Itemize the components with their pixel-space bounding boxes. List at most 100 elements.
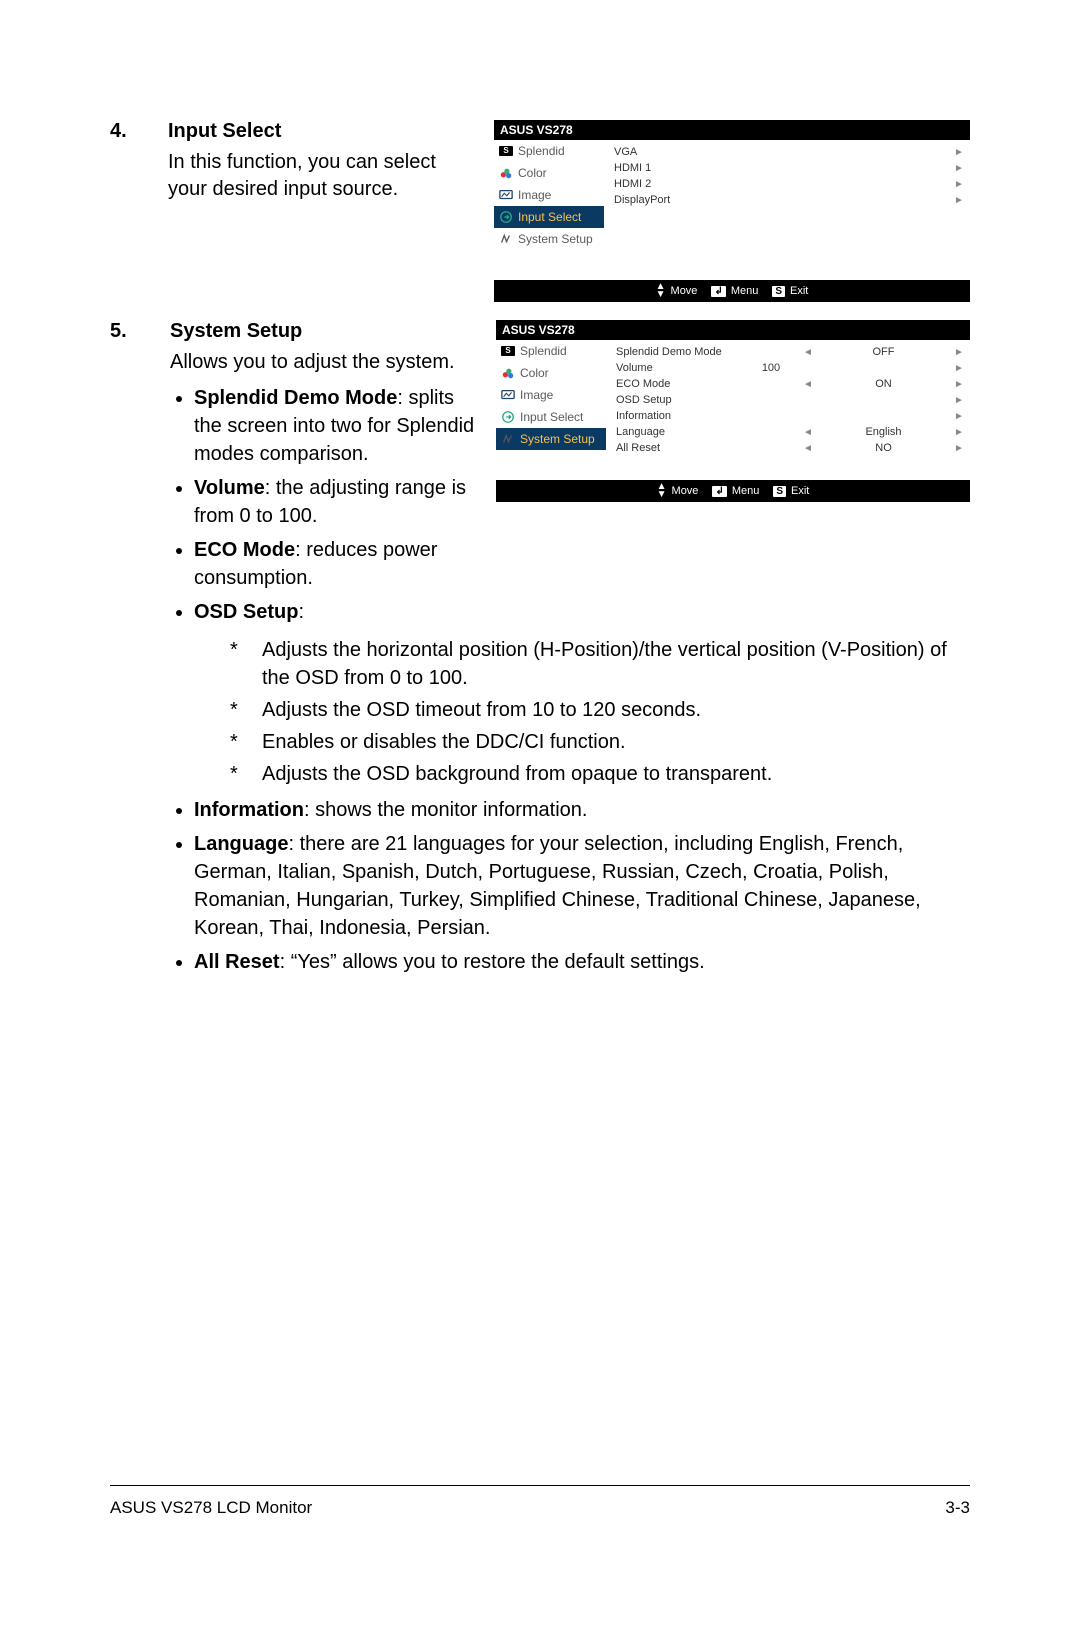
osd-footer-menu: Menu (731, 285, 759, 297)
asterisk-marker: * (212, 760, 262, 788)
right-arrow-icon: ► (952, 363, 966, 374)
asterisk-marker: * (212, 728, 262, 756)
osd-option-row: All Reset ◄NO► (616, 440, 966, 456)
osd-footer-move: Move (672, 485, 699, 497)
osd-header: ASUS VS278 (496, 320, 970, 340)
bullet-term: Splendid Demo Mode (194, 387, 397, 409)
list-item: OSD Setup: (194, 598, 478, 626)
sublist-text: Adjusts the OSD background from opaque t… (262, 760, 970, 788)
system-setup-icon (499, 232, 513, 246)
osd-option-mid: 100 (741, 362, 801, 374)
right-arrow-icon: ► (952, 411, 966, 422)
osd-footer: ▲▼Move ↲Menu SExit (494, 280, 970, 302)
osd-option-label: Language (616, 426, 741, 438)
left-arrow-icon: ◄ (801, 443, 815, 454)
osd-sidebar: SSplendidColorImageInput SelectSystem Se… (496, 340, 606, 480)
list-item: All Reset: “Yes” allows you to restore t… (194, 948, 970, 976)
list-item: Information: shows the monitor informati… (194, 796, 970, 824)
list-item: Volume: the adjusting range is from 0 to… (194, 474, 478, 530)
osd-option-label: DisplayPort (614, 194, 739, 206)
osd-side-system-setup: System Setup (494, 228, 604, 250)
osd-footer-exit: Exit (791, 485, 809, 497)
list-item: Language: there are 21 languages for you… (194, 830, 970, 942)
section-number: 5. (110, 320, 150, 343)
splendid-icon: S (501, 344, 515, 358)
right-arrow-icon: ► (952, 379, 966, 390)
system-setup-icon (501, 432, 515, 446)
osd-setup-sublist: *Adjusts the horizontal position (H-Posi… (212, 636, 970, 788)
osd-side-color: Color (496, 362, 606, 384)
osd-system-setup: ASUS VS278 SSplendidColorImageInput Sele… (496, 320, 970, 502)
osd-input-select: ASUS VS278 S Splendid ColorImage Input Sele… (494, 120, 970, 302)
sublist-item: *Adjusts the OSD background from opaque … (212, 760, 970, 788)
osd-option-row: VGA► (614, 144, 966, 160)
osd-option-row: OSD Setup ► (616, 392, 966, 408)
osd-option-value: NO (815, 442, 952, 454)
right-arrow-icon: ► (952, 443, 966, 454)
osd-option-value: ON (815, 378, 952, 390)
bullet-term: OSD Setup (194, 601, 298, 623)
splendid-icon: S (499, 144, 513, 158)
bullet-list-left: Splendid Demo Mode: splits the screen in… (170, 384, 478, 626)
bullet-term: ECO Mode (194, 539, 295, 561)
osd-sidebar: S Splendid ColorImage Input Select System Se… (494, 140, 604, 280)
osd-side-label: System Setup (518, 232, 593, 246)
osd-option-label: HDMI 1 (614, 162, 739, 174)
osd-option-label: OSD Setup (616, 394, 741, 406)
section-description: Allows you to adjust the system. (170, 349, 478, 376)
bullet-text: : there are 21 languages for your select… (194, 833, 921, 939)
right-arrow-icon: ► (952, 427, 966, 438)
osd-option-value: OFF (815, 346, 952, 358)
right-arrow-icon: ► (952, 395, 966, 406)
bullet-text: : shows the monitor information. (304, 799, 587, 821)
bullet-term: Language (194, 833, 288, 855)
section-input-select: 4. Input Select In this function, you ca… (110, 120, 970, 310)
osd-side-input-select: Input Select (494, 206, 604, 228)
bullet-term: Information (194, 799, 304, 821)
osd-side-label: Input Select (518, 210, 581, 224)
osd-side-splendid: S Splendid (494, 140, 604, 162)
color-icon (501, 366, 515, 380)
color-icon (499, 166, 513, 180)
sublist-item: *Adjusts the horizontal position (H-Posi… (212, 636, 970, 692)
left-arrow-icon: ◄ (801, 347, 815, 358)
osd-side-label: Input Select (520, 410, 583, 424)
right-arrow-icon: ► (952, 347, 966, 358)
osd-option-row: HDMI 1 ► (614, 160, 966, 176)
osd-footer-exit: Exit (790, 285, 808, 297)
bullet-list-rest: Information: shows the monitor informati… (170, 796, 970, 976)
osd-header: ASUS VS278 (494, 120, 970, 140)
exit-badge-icon: S (772, 286, 785, 297)
osd-side-image: Image (494, 184, 604, 206)
asterisk-marker: * (212, 696, 262, 724)
osd-side-splendid: S Splendid (496, 340, 606, 362)
page-number: 3-3 (945, 1498, 970, 1518)
list-item: ECO Mode: reduces power consumption. (194, 536, 478, 592)
osd-side-color: Color (494, 162, 604, 184)
left-arrow-icon: ◄ (801, 427, 815, 438)
left-arrow-icon: ◄ (801, 379, 815, 390)
right-arrow-icon: ► (952, 195, 966, 206)
page-footer: ASUS VS278 LCD Monitor 3-3 (110, 1498, 970, 1518)
osd-option-value: English (815, 426, 952, 438)
osd-option-label: HDMI 2 (614, 178, 739, 190)
sublist-item: *Adjusts the OSD timeout from 10 to 120 … (212, 696, 970, 724)
osd-side-label: Splendid (518, 144, 565, 158)
osd-option-row: Volume100 ► (616, 360, 966, 376)
osd-options: VGA►HDMI 1 ► HDMI 2 ► DisplayPort ► (604, 140, 970, 280)
bullet-text: : (298, 601, 304, 623)
osd-side-label: Splendid (520, 344, 567, 358)
sublist-text: Adjusts the OSD timeout from 10 to 120 s… (262, 696, 970, 724)
right-arrow-icon: ► (952, 163, 966, 174)
osd-option-label: All Reset (616, 442, 741, 454)
osd-option-row: ECO Mode ◄ON► (616, 376, 966, 392)
image-icon (501, 388, 515, 402)
input-select-icon (501, 410, 515, 424)
section-system-setup: 5. System Setup Allows you to adjust the… (110, 320, 970, 982)
osd-option-row: Information► (616, 408, 966, 424)
osd-footer: ▲▼Move ↲Menu SExit (496, 480, 970, 502)
list-item: Splendid Demo Mode: splits the screen in… (194, 384, 478, 468)
osd-option-label: Volume (616, 362, 741, 374)
osd-option-label: ECO Mode (616, 378, 741, 390)
section-description: In this function, you can select your de… (168, 149, 476, 203)
